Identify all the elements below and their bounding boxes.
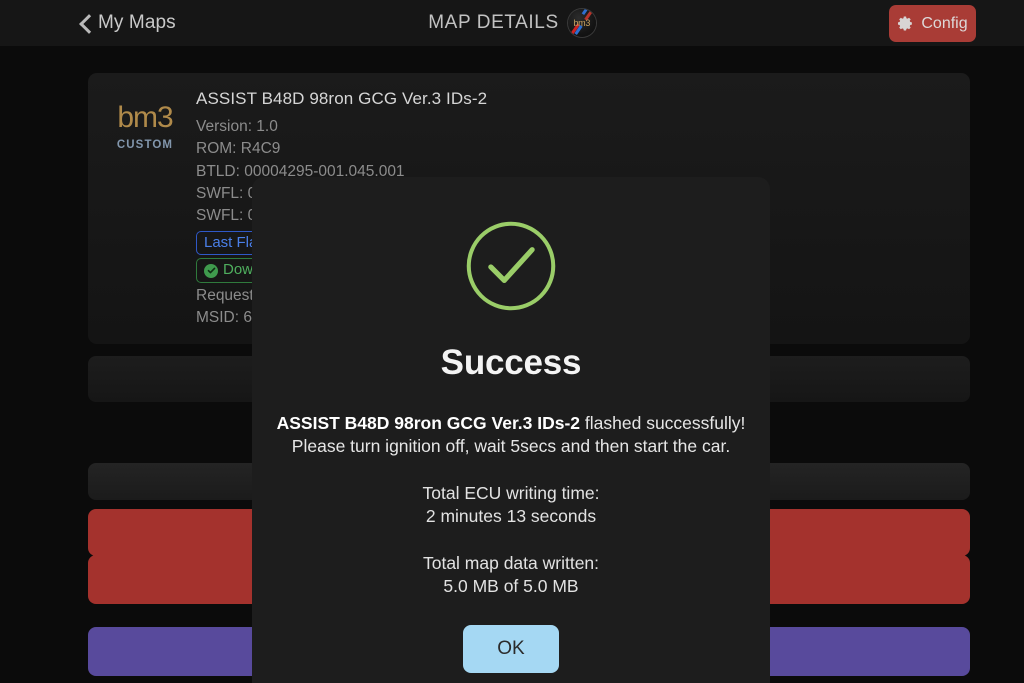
map-data-written-stat: Total map data written: 5.0 MB of 5.0 MB (252, 552, 770, 598)
success-modal-map-name: ASSIST B48D 98ron GCG Ver.3 IDs-2 (276, 413, 581, 433)
success-modal-lead-rest: flashed successfully! (580, 413, 746, 433)
back-button-label: My Maps (98, 12, 176, 33)
bm3-logo-text: bm3 (117, 101, 173, 134)
config-button[interactable]: Config (889, 5, 976, 42)
ecu-writing-time-value: 2 minutes 13 seconds (425, 505, 597, 526)
brand-badge-label: bm3 (573, 17, 591, 28)
map-data-written-label: Total map data written: (422, 552, 600, 573)
logo-streak-red-left (569, 23, 580, 37)
page-title: MAP DETAILS (428, 12, 559, 33)
logo-streak-blue-right (581, 9, 590, 16)
back-to-my-maps-button[interactable]: My Maps (80, 0, 176, 46)
map-card-logo-column: bm3 CUSTOM (106, 87, 184, 330)
gear-icon (898, 16, 913, 31)
map-card-rom: ROM: R4C9 (196, 140, 281, 158)
map-card-title: ASSIST B48D 98ron GCG Ver.3 IDs-2 (196, 89, 488, 108)
map-data-written-value: 5.0 MB of 5.0 MB (443, 575, 579, 596)
nav-left-spacer (0, 23, 80, 24)
bm3-logo-subtitle: CUSTOM (116, 139, 174, 151)
logo-streak-blue-left (574, 25, 583, 35)
config-button-label: Config (921, 14, 968, 32)
bm3-brand-logo-icon: bm3 (567, 9, 596, 37)
chevron-left-icon (80, 14, 91, 33)
ok-button[interactable]: OK (463, 625, 559, 673)
ecu-writing-time-label: Total ECU writing time: (422, 482, 600, 503)
ecu-writing-time-stat: Total ECU writing time: 2 minutes 13 sec… (252, 482, 770, 528)
check-circle-icon (466, 221, 556, 311)
success-icon-wrap (252, 218, 770, 314)
success-modal: Success ASSIST B48D 98ron GCG Ver.3 IDs-… (252, 177, 770, 683)
map-card-version: Version: 1.0 (196, 118, 278, 135)
success-modal-lead: ASSIST B48D 98ron GCG Ver.3 IDs-2 flashe… (252, 412, 770, 458)
logo-streak-red-right (584, 9, 595, 21)
app-root: My Maps MAP DETAILS bm3 Config bm3 CUSTO… (0, 0, 1024, 683)
success-modal-lead-line1: ASSIST B48D 98ron GCG Ver.3 IDs-2 flashe… (252, 412, 770, 435)
check-circle-icon (204, 263, 218, 278)
top-navigation-bar: My Maps MAP DETAILS bm3 Config (0, 0, 1024, 46)
success-modal-title: Success (440, 343, 582, 382)
success-modal-lead-line2: Please turn ignition off, wait 5secs and… (291, 435, 731, 456)
